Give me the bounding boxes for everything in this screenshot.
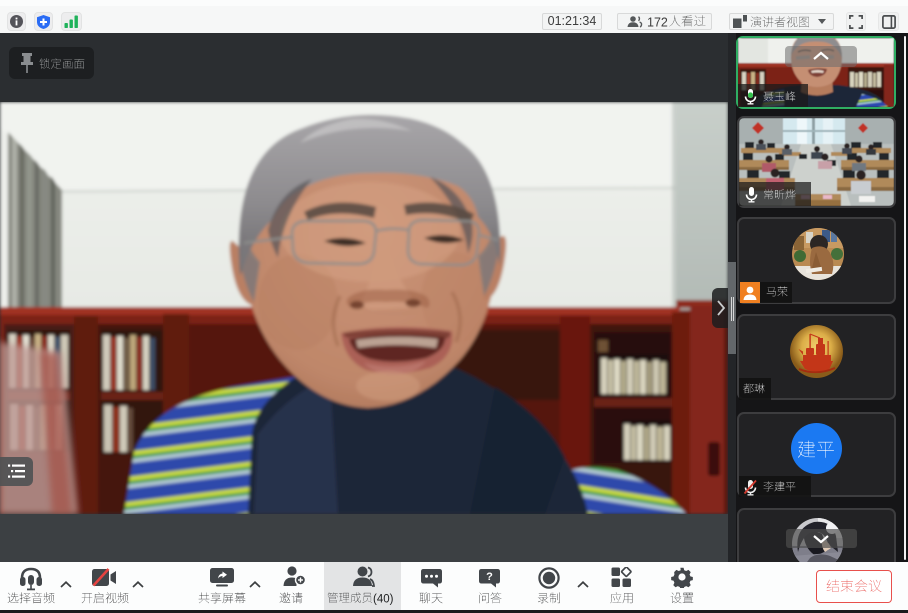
svg-text:?: ?: [486, 571, 493, 583]
svg-text:(40): (40): [373, 593, 394, 605]
svg-text:172: 172: [647, 15, 668, 29]
